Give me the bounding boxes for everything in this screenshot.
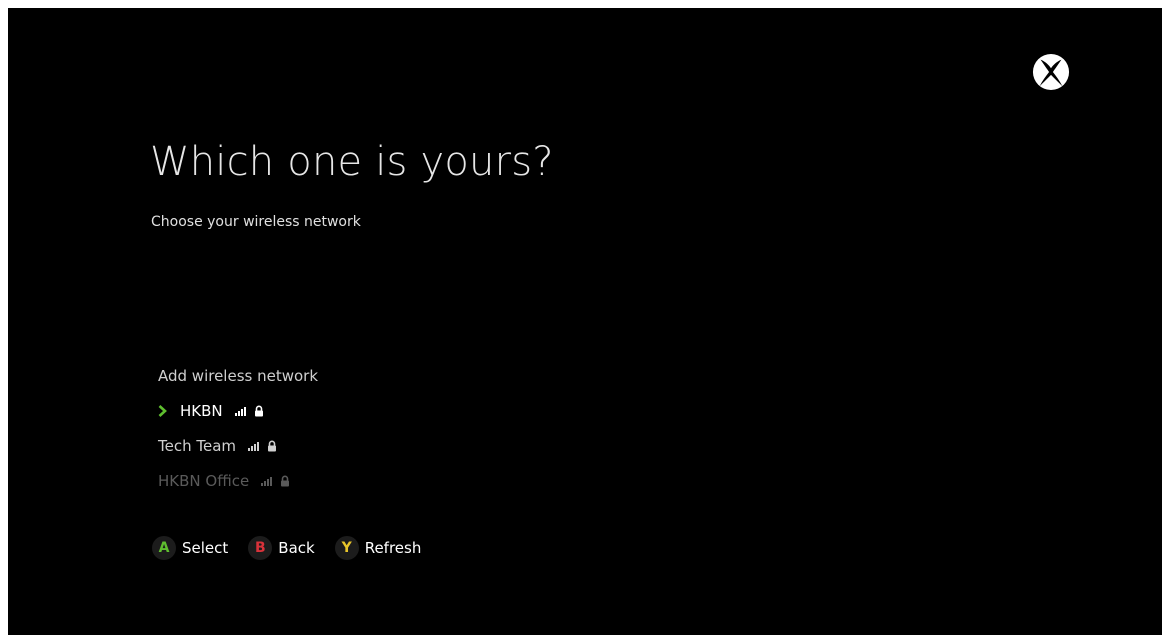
network-name: Tech Team [158,436,237,455]
signal-strength-icon [261,476,273,486]
refresh-label: Refresh [364,539,422,557]
network-item-hkbn-office[interactable]: HKBN Office [158,463,558,498]
back-control[interactable]: B Back [248,536,315,560]
lock-icon [281,475,290,486]
a-button-icon: A [152,536,176,560]
chevron-right-icon [158,404,172,417]
network-list: Add wireless network HKBN Tech Team HKBN… [158,358,558,498]
xbox-logo-icon [1032,53,1070,91]
select-control[interactable]: A Select [152,536,228,560]
add-wireless-network-label: Add wireless network [158,366,319,385]
refresh-control[interactable]: Y Refresh [334,536,422,560]
controller-hints: A Select B Back Y Refresh [152,536,441,560]
signal-strength-icon [248,441,260,451]
b-button-icon: B [248,536,273,560]
add-wireless-network-item[interactable]: Add wireless network [158,358,558,393]
lock-icon [268,440,277,451]
signal-strength-icon [234,406,246,416]
network-item-tech-team[interactable]: Tech Team [158,428,558,463]
back-label: Back [278,539,315,557]
setup-screen: Which one is yours? Choose your wireless… [8,8,1162,635]
page-subtitle: Choose your wireless network [151,214,361,230]
lock-icon [254,405,263,416]
network-name: HKBN [180,401,223,420]
network-name: HKBN Office [158,471,250,490]
page-title: Which one is yours? [150,139,554,185]
select-label: Select [182,539,229,557]
network-item-hkbn[interactable]: HKBN [158,393,558,428]
y-button-icon: Y [334,536,359,560]
